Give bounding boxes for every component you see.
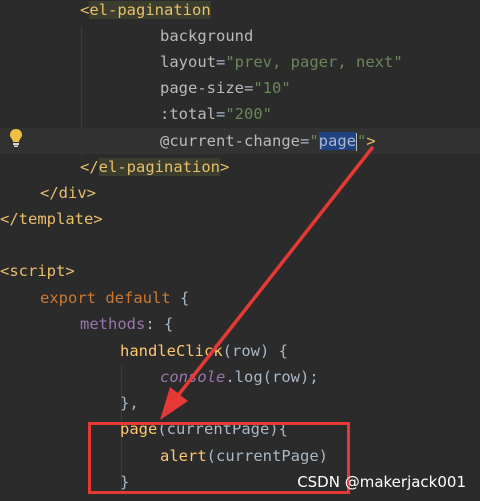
- code-editor[interactable]: <el-pagination background layout="prev, …: [0, 0, 480, 501]
- annotation-arrow: [160, 146, 374, 420]
- watermark: CSDN @makerjack001: [297, 473, 466, 491]
